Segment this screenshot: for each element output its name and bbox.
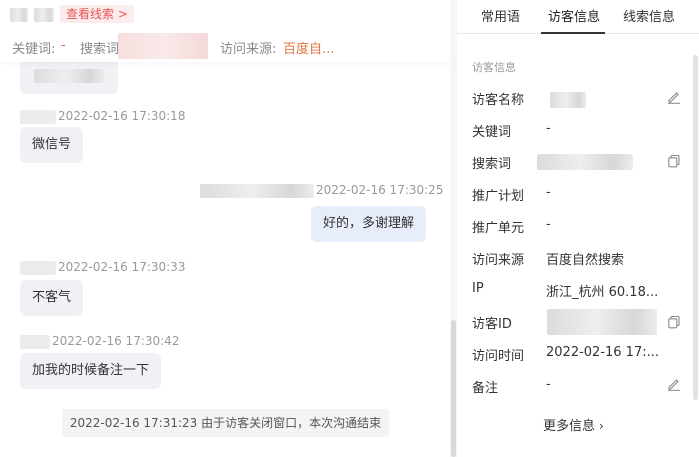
search-word-label: 搜索词: [472, 157, 512, 172]
more-info-link[interactable]: 更多信息 ›: [543, 415, 604, 434]
promotion-unit-value: -: [546, 217, 551, 232]
sender-avatar-blurred: [20, 109, 56, 124]
message-time: 2022-02-16 17:30:33: [58, 260, 186, 274]
sender-avatar-blurred: [20, 334, 50, 349]
system-note: 2022-02-16 17:31:23 由于访客关闭窗口，本次沟通结束: [62, 409, 389, 437]
promotion-plan-label: 推广计划: [472, 189, 525, 204]
tab-common-phrases[interactable]: 常用语: [481, 6, 520, 25]
chat-scrollbar[interactable]: [451, 320, 456, 457]
visitor-avatar-blurred: [10, 8, 28, 22]
message-bubble-outgoing: 好的，多谢理解: [311, 206, 427, 242]
message-meta: 2022-02-16 17:30:18: [20, 109, 185, 124]
info-panel: 常用语 访客信息 线索信息 访客信息 访客名称 关键词 - 搜索词 推广计划 -…: [457, 0, 699, 457]
copy-icon[interactable]: [667, 315, 681, 329]
chat-header: 查看线索 > 关键词: - 搜索词 访问来源: 百度自...: [0, 0, 450, 62]
chat-panel: 查看线索 > 关键词: - 搜索词 访问来源: 百度自... 2022-02-1…: [0, 0, 450, 457]
message-bubble-blurred: [20, 58, 118, 94]
tab-clue-info[interactable]: 线索信息: [623, 6, 675, 25]
visitor-name-label: 访客名称: [472, 93, 525, 108]
message-bubble-incoming: 微信号: [20, 127, 84, 163]
keyword-value: -: [546, 121, 551, 136]
info-tabs: 常用语 访客信息 线索信息: [457, 0, 699, 34]
header-keyword-label: 关键词:: [12, 42, 56, 57]
header-source-label: 访问来源:: [220, 42, 277, 57]
edit-icon[interactable]: [667, 90, 681, 104]
message-meta: 2022-02-16 17:30:42: [20, 334, 179, 349]
edit-icon[interactable]: [667, 377, 681, 391]
header-keyword-value: -: [61, 38, 66, 53]
message-bubble-incoming: 加我的时候备注一下: [20, 353, 162, 389]
promotion-unit-label: 推广单元: [472, 221, 525, 236]
promotion-plan-value: -: [546, 185, 551, 200]
chevron-right-icon: ›: [599, 419, 604, 433]
keyword-label: 关键词: [472, 125, 512, 140]
agent-name-blurred: [200, 183, 314, 198]
header-source-value[interactable]: 百度自...: [283, 38, 334, 57]
visit-source-value: 百度自然搜索: [546, 253, 625, 268]
message-time: 2022-02-16 17:30:25: [316, 183, 444, 197]
message-time: 2022-02-16 17:30:42: [52, 334, 180, 348]
message-meta: 2022-02-16 17:30:33: [20, 260, 185, 275]
visit-source-label: 访问来源: [472, 253, 525, 268]
message-time: 2022-02-16 17:30:18: [58, 109, 186, 123]
search-word-value-blurred: [537, 154, 633, 170]
visit-time-label: 访问时间: [472, 349, 525, 364]
visitor-id-value-blurred: [547, 309, 657, 335]
sender-avatar-blurred: [20, 260, 56, 275]
ip-value: 浙江_杭州 60.18...: [546, 285, 659, 300]
ip-label: IP: [472, 281, 484, 296]
copy-icon[interactable]: [667, 154, 681, 168]
remark-label: 备注: [472, 381, 499, 396]
header-search-label: 搜索词: [80, 42, 120, 57]
visit-time-value: 2022-02-16 17:...: [546, 345, 660, 360]
message-bubble-incoming: 不客气: [20, 280, 84, 316]
active-tab-indicator: [541, 32, 605, 34]
visitor-name-value-blurred: [550, 92, 586, 108]
visitor-id-label: 访客ID: [472, 317, 512, 332]
visitor-name-blurred: [34, 8, 54, 22]
header-search-value-blurred: [118, 33, 208, 59]
more-info-label: 更多信息: [543, 419, 596, 434]
message-meta: 2022-02-16 17:30:25: [200, 183, 443, 198]
section-title: 访客信息: [472, 61, 516, 74]
remark-value: -: [546, 377, 551, 392]
message-text-blurred: [34, 69, 104, 83]
tab-visitor-info[interactable]: 访客信息: [548, 6, 600, 25]
view-clue-link[interactable]: 查看线索 >: [60, 5, 134, 23]
info-scrollbar[interactable]: [693, 55, 698, 400]
